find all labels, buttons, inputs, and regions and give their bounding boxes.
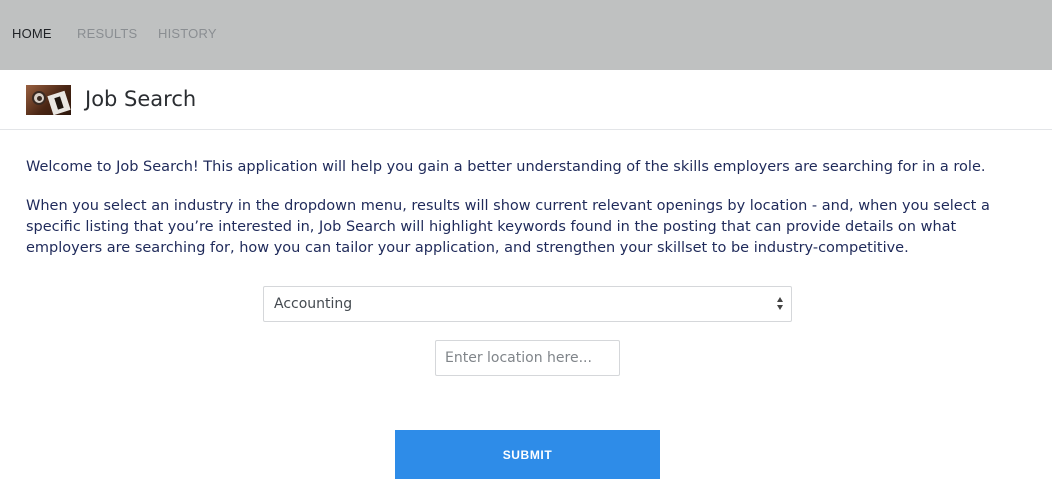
page-title: Job Search: [85, 87, 197, 111]
location-input[interactable]: [435, 340, 620, 376]
intro-text: Welcome to Job Search! This application …: [26, 159, 986, 175]
top-navigation: HOME RESULTS HISTORY: [0, 0, 1052, 70]
select-arrows-icon: [777, 297, 783, 311]
submit-button[interactable]: SUBMIT: [395, 430, 660, 479]
nav-home[interactable]: HOME: [12, 26, 52, 41]
industry-select[interactable]: Accounting: [263, 286, 792, 322]
nav-history[interactable]: HISTORY: [158, 26, 217, 41]
industry-select-value: Accounting: [274, 296, 353, 312]
job-search-logo-icon: [26, 85, 71, 115]
nav-results[interactable]: RESULTS: [77, 26, 137, 41]
description-text: When you select an industry in the dropd…: [26, 198, 990, 256]
